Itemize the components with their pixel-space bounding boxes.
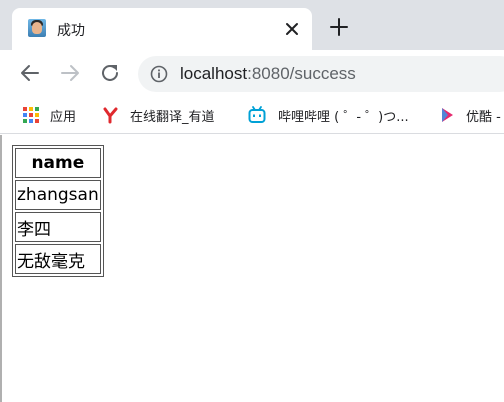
bookmark-youku[interactable]: 优酷 - xyxy=(438,105,504,125)
address-bar[interactable]: localhost:8080/success xyxy=(138,56,504,92)
url-path: :8080/success xyxy=(247,64,356,83)
bookmark-bilibili[interactable]: 哔哩哔哩 ( ゜- ゜)つ... xyxy=(248,105,420,125)
tab-strip: 成功 xyxy=(0,0,504,50)
name-table: name zhangsan 李四 无敌毫克 xyxy=(12,145,104,277)
info-icon[interactable] xyxy=(150,65,168,83)
tab-title: 成功 xyxy=(57,23,85,39)
bookmark-label: 应用 xyxy=(50,110,77,125)
browser-toolbar: localhost:8080/success xyxy=(0,50,504,96)
forward-arrow-icon[interactable] xyxy=(58,61,82,85)
apps-grid-icon xyxy=(23,107,39,123)
bookmark-youdao[interactable]: 在线翻译_有道 xyxy=(102,105,232,125)
table-header-row: name xyxy=(15,148,101,178)
table-row: 无敌毫克 xyxy=(15,244,101,274)
avatar-icon xyxy=(28,19,46,37)
new-tab-plus-icon[interactable] xyxy=(328,16,350,38)
close-icon[interactable] xyxy=(282,19,302,39)
bilibili-icon xyxy=(248,106,266,123)
bookmark-label: 哔哩哔哩 ( ゜- ゜)つ... xyxy=(278,110,409,125)
youku-icon xyxy=(442,108,453,122)
table-cell: 无敌毫克 xyxy=(15,244,101,274)
url-text[interactable]: localhost:8080/success xyxy=(180,64,356,84)
bookmarks-bar: 应用 在线翻译_有道 哔哩哔哩 ( ゜- ゜)つ... 优酷 - xyxy=(0,96,504,134)
table-cell: zhangsan xyxy=(15,180,101,210)
table-row: zhangsan xyxy=(15,180,101,210)
table-cell: 李四 xyxy=(15,212,101,242)
url-host: localhost xyxy=(180,64,248,83)
active-tab[interactable]: 成功 xyxy=(12,8,312,50)
bookmark-apps[interactable]: 应用 xyxy=(22,105,82,125)
column-header-name: name xyxy=(15,148,101,178)
bookmark-label: 优酷 - xyxy=(466,110,501,125)
reload-icon[interactable] xyxy=(98,61,122,85)
youdao-icon xyxy=(103,107,118,124)
bookmark-label: 在线翻译_有道 xyxy=(130,110,215,125)
page-content: name zhangsan 李四 无敌毫克 xyxy=(0,135,504,402)
back-arrow-icon[interactable] xyxy=(18,61,42,85)
table-row: 李四 xyxy=(15,212,101,242)
